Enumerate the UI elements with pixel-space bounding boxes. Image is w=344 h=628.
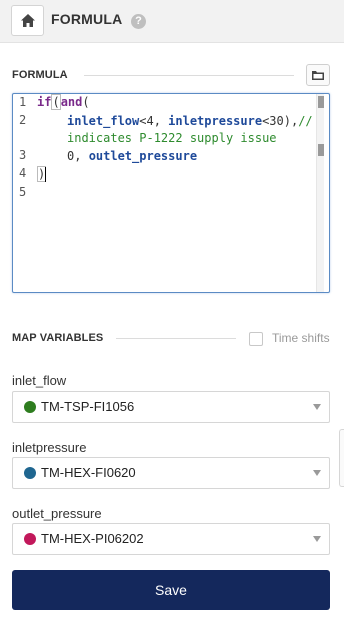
map-variables-divider	[116, 338, 236, 339]
code-line-2: inlet_flow<4, inletpressure<30),//	[67, 113, 313, 130]
chevron-down-icon	[313, 536, 321, 542]
selected-tag: TM-TSP-FI1056	[41, 399, 135, 414]
variable-select-inletpressure[interactable]: TM-HEX-FI0620	[12, 457, 330, 489]
matched-paren: (	[51, 94, 61, 110]
folder-icon	[312, 71, 324, 80]
open-formula-button[interactable]	[306, 64, 330, 86]
code-line-1: if(and(	[37, 94, 90, 111]
line-number: 5	[19, 185, 27, 199]
keyword-and: and	[60, 95, 83, 109]
code-line-3: 0, outlet_pressure	[67, 148, 197, 165]
line-number: 2	[19, 113, 27, 127]
time-shifts-label[interactable]: Time shifts	[272, 331, 330, 345]
variable-name-label: inletpressure	[12, 440, 87, 455]
formula-section-label: FORMULA	[12, 69, 68, 81]
home-icon	[20, 14, 35, 27]
header-bar: FORMULA ?	[0, 0, 344, 43]
line-number-gutter: 1 2 3 4 5	[13, 94, 35, 292]
line-number: 3	[19, 148, 27, 162]
variable-inlet-flow: inlet_flow	[67, 114, 140, 128]
scroll-thumb[interactable]	[318, 96, 324, 108]
variable-name-label: inlet_flow	[12, 373, 67, 388]
code-text: <30),	[262, 114, 299, 128]
variable-select-inlet-flow[interactable]: TM-TSP-FI1056	[12, 391, 330, 423]
variable-select-outlet-pressure[interactable]: TM-HEX-PI06202	[12, 523, 330, 555]
save-button[interactable]: Save	[12, 570, 330, 610]
variable-inletpressure: inletpressure	[168, 114, 263, 128]
code-text: <4,	[139, 114, 169, 128]
code-comment-wrap: indicates P-1222 supply issue	[67, 131, 277, 145]
selected-tag: TM-HEX-FI0620	[41, 465, 136, 480]
home-button[interactable]	[11, 5, 44, 36]
formula-editor[interactable]: 1 2 3 4 5 if(and( inlet_flow<4, inletpre…	[12, 93, 330, 293]
side-panel-tab[interactable]	[339, 429, 344, 487]
selected-tag: TM-HEX-PI06202	[41, 531, 144, 546]
page-title: FORMULA	[51, 11, 123, 27]
map-variables-label: MAP VARIABLES	[12, 332, 104, 344]
series-color-dot	[24, 533, 36, 545]
keyword-if: if	[37, 95, 52, 109]
series-color-dot	[24, 467, 36, 479]
formula-divider	[84, 75, 294, 76]
variable-name-label: outlet_pressure	[12, 506, 102, 521]
editor-scrollbar[interactable]	[316, 94, 324, 292]
chevron-down-icon	[313, 470, 321, 476]
code-text: 0,	[67, 149, 89, 163]
series-color-dot	[24, 401, 36, 413]
line-number: 1	[19, 95, 27, 109]
code-text: (	[82, 95, 90, 109]
variable-outlet-pressure: outlet_pressure	[88, 149, 198, 163]
time-shifts-checkbox[interactable]	[249, 332, 263, 346]
help-icon[interactable]: ?	[131, 14, 146, 29]
line-number: 4	[19, 166, 27, 180]
scroll-marker	[318, 144, 324, 156]
chevron-down-icon	[313, 404, 321, 410]
text-cursor	[45, 167, 46, 182]
code-comment: //	[298, 114, 313, 128]
